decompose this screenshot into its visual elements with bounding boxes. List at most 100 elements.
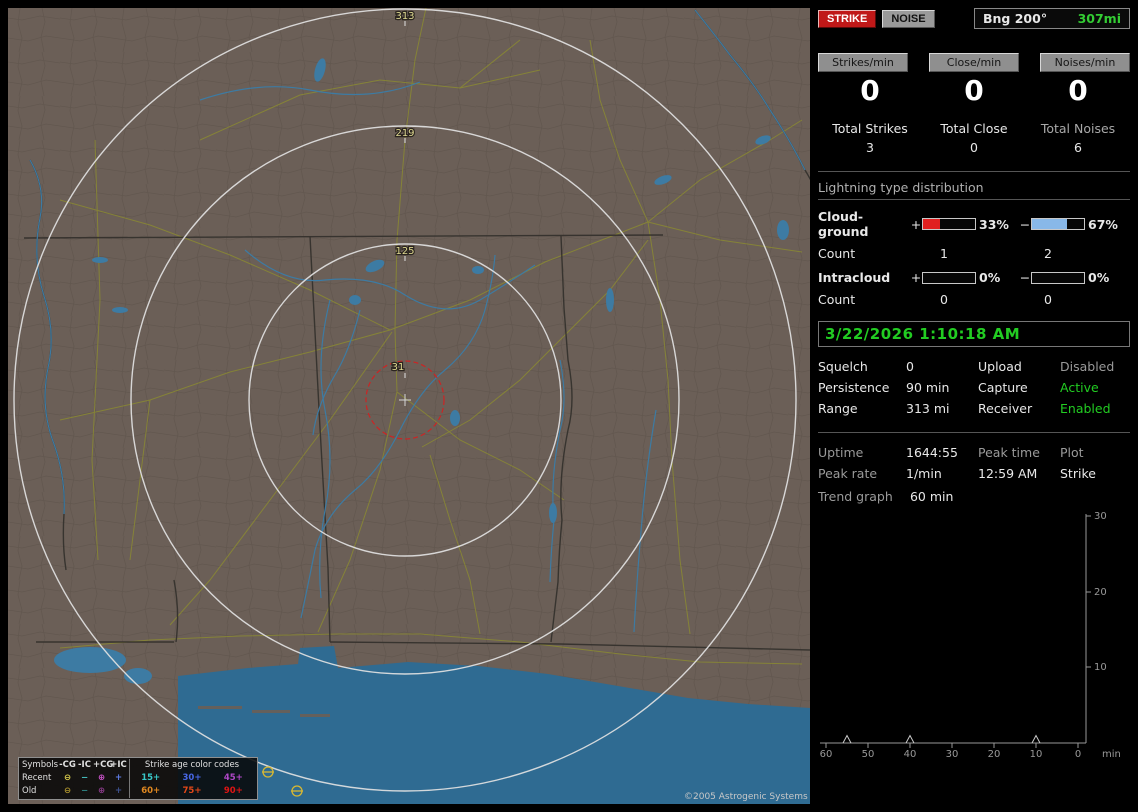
- age-code: 60+: [141, 786, 161, 796]
- legend-age-title: Strike age color codes: [129, 759, 254, 772]
- svg-text:60: 60: [820, 749, 833, 760]
- ic-negative-bar: [1031, 271, 1085, 284]
- bearing-label: Bng 200°: [983, 11, 1048, 26]
- total-noises-label: Total Noises: [1040, 121, 1116, 136]
- total-close-label: Total Close: [940, 121, 1008, 136]
- range-label: 219: [395, 128, 414, 139]
- trend-graph-row: Trend graph 60 min: [818, 489, 1130, 504]
- trend-y-tick-labels: 30 20 10: [1094, 511, 1107, 673]
- trend-x-unit: min: [1102, 749, 1121, 760]
- trend-x-tick-labels: 60 50 40 30 20 10 0 min: [820, 749, 1121, 760]
- trend-chart: 30 20 10 60 50 40 30 20 10 0 min: [820, 511, 1121, 760]
- count-label: Count: [818, 292, 856, 307]
- legend-row-old: Old: [22, 786, 37, 796]
- noises-per-min-button[interactable]: Noises/min: [1040, 53, 1130, 72]
- ic-negative-count: 0: [1044, 292, 1052, 307]
- peak-time-label: Peak time: [978, 445, 1040, 460]
- uptime-label: Uptime: [818, 445, 864, 460]
- legend-col-neg-cg: -CG: [59, 760, 76, 770]
- pos-cg-recent-icon: ⊕: [97, 773, 106, 783]
- cg-negative-bar: [1031, 218, 1085, 230]
- receiver-label: Receiver: [978, 401, 1033, 416]
- upload-label: Upload: [978, 359, 1022, 374]
- trend-spike: [1031, 734, 1041, 744]
- upload-value: Disabled: [1060, 359, 1115, 374]
- svg-text:0: 0: [1075, 749, 1081, 760]
- capture-label: Capture: [978, 380, 1028, 395]
- age-codes-recent: 15+ 30+ 45+: [129, 772, 254, 785]
- neg-cg-recent-icon: ⊖: [63, 773, 72, 783]
- pos-ic-recent-icon: +: [114, 773, 123, 783]
- squelch-value: 0: [906, 359, 914, 374]
- capture-value: Active: [1060, 380, 1099, 395]
- svg-text:40: 40: [904, 749, 917, 760]
- peak-rate-value: 1/min: [906, 466, 942, 481]
- count-label: Count: [818, 246, 856, 261]
- pos-cg-old-icon: ⊕: [97, 786, 106, 796]
- svg-text:50: 50: [862, 749, 875, 760]
- bearing-readout: Bng 200° 307mi: [974, 8, 1130, 29]
- range-label: Range: [818, 401, 858, 416]
- noises-per-min-value: 0: [1068, 74, 1088, 107]
- legend-col-pos-cg: +CG: [93, 760, 114, 770]
- ic-positive-pct: 0%: [979, 270, 1001, 285]
- total-noises-value: 6: [1074, 140, 1082, 155]
- receiver-settings-table: Squelch 0 Upload Disabled Persistence 90…: [818, 359, 1130, 416]
- cg-negative-pct: 67%: [1088, 216, 1118, 232]
- status-panel: STRIKE NOISE Bng 200° 307mi Strikes/min …: [818, 8, 1130, 804]
- uptime-stats-table: Uptime 1644:55 Peak time Plot Peak rate …: [818, 445, 1130, 481]
- strikes-per-min-value: 0: [860, 74, 880, 107]
- age-code: 15+: [141, 773, 161, 783]
- intracloud-count-row: Count 0 0: [818, 292, 1130, 307]
- strikes-per-min-button[interactable]: Strikes/min: [818, 53, 908, 72]
- strike-toggle-button[interactable]: STRIKE: [818, 9, 877, 28]
- noise-toggle-button[interactable]: NOISE: [882, 9, 935, 28]
- cloud-ground-count-row: Count 1 2: [818, 246, 1130, 261]
- cg-positive-count: 1: [940, 246, 948, 261]
- svg-text:30: 30: [946, 749, 959, 760]
- cg-positive-pct: 33%: [979, 216, 1009, 232]
- svg-text:20: 20: [1094, 587, 1107, 598]
- range-label: 31: [392, 362, 405, 373]
- neg-cg-old-icon: ⊖: [63, 786, 72, 796]
- map-view[interactable]: 313 219 125 31 Symbols -CG -IC +CG +IC S…: [8, 8, 810, 804]
- minus-sign: −: [1019, 216, 1031, 232]
- uptime-value: 1644:55: [906, 445, 958, 460]
- age-codes-old: 60+ 75+ 90+: [129, 785, 254, 798]
- peak-rate-label: Peak rate: [818, 466, 878, 481]
- trend-graph-label: Trend graph: [818, 489, 893, 504]
- neg-ic-recent-icon: −: [80, 773, 89, 783]
- close-per-min-button[interactable]: Close/min: [929, 53, 1019, 72]
- plus-sign: +: [910, 270, 922, 285]
- trend-spike: [905, 734, 915, 744]
- total-close-value: 0: [970, 140, 978, 155]
- range-value: 313 mi: [906, 401, 950, 416]
- svg-text:30: 30: [1094, 511, 1107, 522]
- legend-symbols-title: Symbols: [22, 760, 59, 770]
- minus-sign: −: [1019, 270, 1031, 285]
- age-code: 45+: [223, 773, 243, 783]
- divider: [818, 171, 1130, 172]
- plus-sign: +: [910, 216, 922, 232]
- ic-negative-pct: 0%: [1088, 270, 1110, 285]
- divider: [818, 432, 1130, 433]
- plot-label: Plot: [1060, 445, 1084, 460]
- copyright-text: ©2005 Astrogenic Systems: [684, 792, 808, 802]
- legend-col-neg-ic: -IC: [78, 760, 91, 770]
- svg-text:10: 10: [1030, 749, 1043, 760]
- trend-spike: [842, 734, 852, 744]
- cloud-ground-row: Cloud-ground + 33% − 67%: [818, 209, 1130, 239]
- trend-axes: [820, 514, 1091, 748]
- plot-value: Strike: [1060, 466, 1096, 481]
- svg-text:10: 10: [1094, 662, 1107, 673]
- intracloud-label: Intracloud: [818, 270, 891, 285]
- legend-row-recent: Recent: [22, 773, 52, 783]
- cg-negative-count: 2: [1044, 246, 1052, 261]
- distribution-title: Lightning type distribution: [818, 180, 1130, 200]
- bearing-distance: 307mi: [1077, 11, 1121, 26]
- cg-positive-bar: [922, 218, 976, 230]
- age-code: 75+: [182, 786, 202, 796]
- legend-col-pos-ic: +IC: [110, 760, 127, 770]
- age-code: 30+: [182, 773, 202, 783]
- trend-graph-window: 60 min: [909, 489, 954, 504]
